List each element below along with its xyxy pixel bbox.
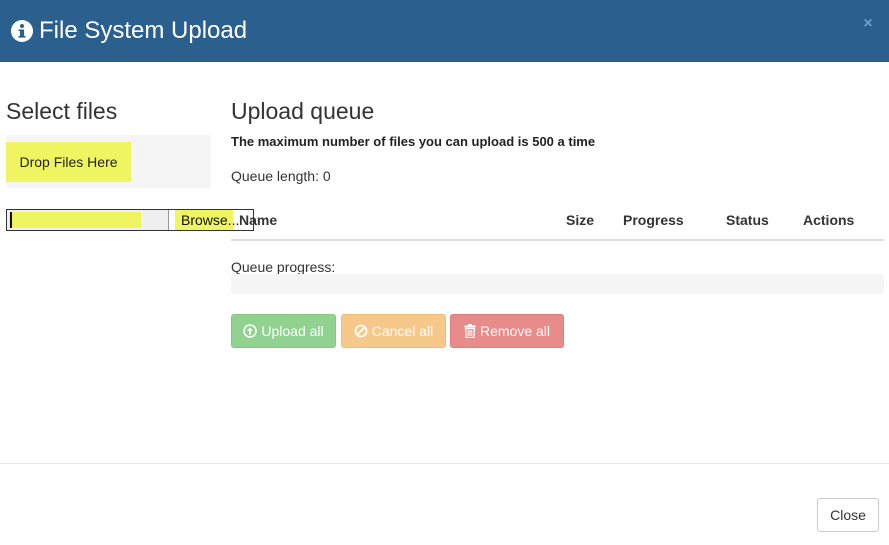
select-files-title: Select files <box>6 98 118 124</box>
close-button[interactable]: Close <box>817 498 879 532</box>
text-caret <box>10 212 12 228</box>
file-path-field[interactable] <box>7 210 169 230</box>
cancel-all-label: Cancel all <box>371 323 434 339</box>
upload-all-label: Upload all <box>261 323 324 339</box>
upload-queue-title: Upload queue <box>231 98 375 124</box>
info-circle-icon <box>11 20 33 42</box>
queue-progress-label: Queue progress: <box>231 259 336 275</box>
queue-progress-bar <box>231 274 884 294</box>
column-header-progress: Progress <box>623 212 684 228</box>
cancel-all-button[interactable]: Cancel all <box>341 314 446 348</box>
modal-header: File System Upload × <box>0 0 889 62</box>
ban-icon <box>354 324 368 338</box>
modal-title-wrap: File System Upload <box>11 16 247 46</box>
max-files-note: The maximum number of files you can uplo… <box>231 134 596 149</box>
close-icon[interactable]: × <box>861 16 875 32</box>
circle-arrow-up-icon <box>243 324 258 338</box>
column-header-actions: Actions <box>803 212 855 228</box>
drop-files-label: Drop Files Here <box>6 142 131 182</box>
file-input[interactable]: Browse... <box>6 209 254 231</box>
modal-title: File System Upload <box>39 17 248 44</box>
queue-table-header: Name Size Progress Status Actions <box>231 210 884 241</box>
remove-all-button[interactable]: Remove all <box>450 314 564 348</box>
queue-length: Queue length: 0 <box>231 168 331 184</box>
column-header-size: Size <box>566 212 595 228</box>
upload-all-button[interactable]: Upload all <box>231 314 336 348</box>
file-path-highlight <box>9 212 141 228</box>
column-header-status: Status <box>726 212 769 228</box>
remove-all-label: Remove all <box>479 323 551 339</box>
footer-divider <box>0 463 889 464</box>
drop-zone[interactable]: Drop Files Here <box>6 135 211 188</box>
column-header-name: Name <box>239 212 278 228</box>
trash-icon <box>464 324 476 338</box>
